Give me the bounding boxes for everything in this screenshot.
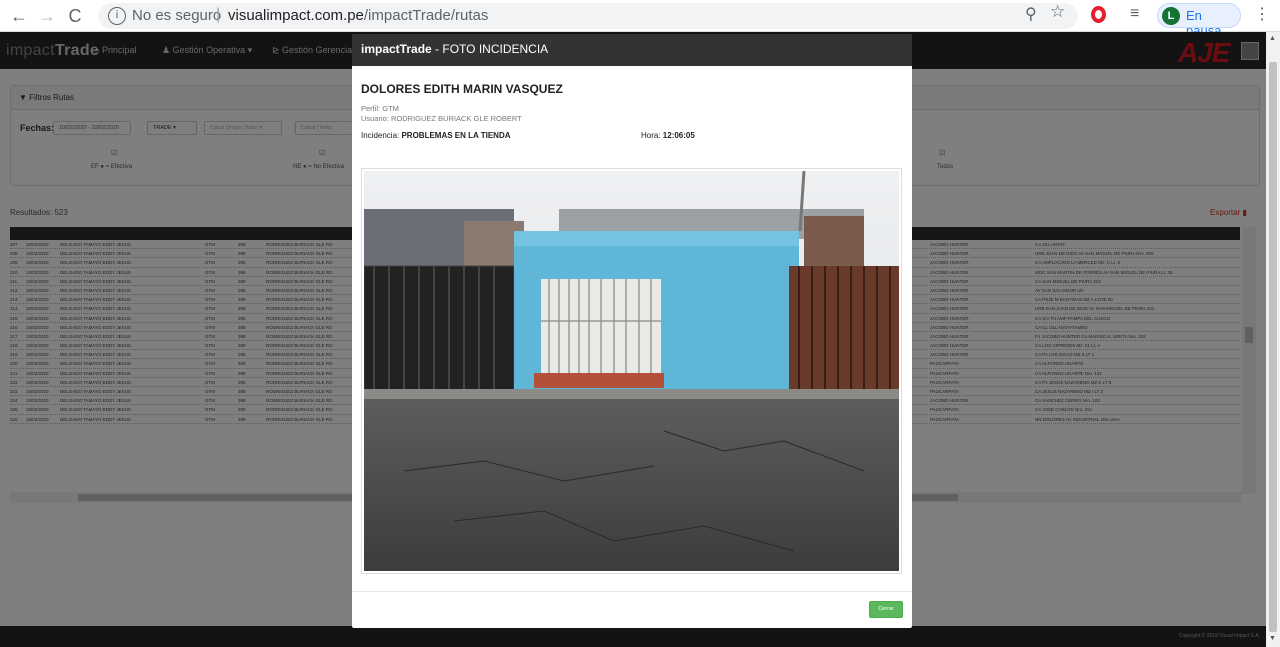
profile-text: Perfil: GTM <box>361 104 399 113</box>
modal-header: impactTrade - FOTO INCIDENCIA <box>352 34 912 66</box>
back-button[interactable]: ← <box>8 5 30 27</box>
close-button[interactable]: Cerrar <box>869 601 903 618</box>
scroll-down-icon[interactable]: ▼ <box>1269 635 1276 642</box>
url-text[interactable]: visualimpact.com.pe/impactTrade/rutas <box>228 7 488 24</box>
modal-title: - FOTO INCIDENCIA <box>431 42 549 56</box>
page-scrollbar[interactable]: ▲ ▼ <box>1266 32 1280 647</box>
modal-title-brand: impactTrade <box>361 42 432 56</box>
time-label: Hora: <box>641 131 663 140</box>
url-path: /impactTrade/rutas <box>363 7 489 24</box>
separator: | <box>216 6 221 23</box>
incident-label: Incidencia: <box>361 131 402 140</box>
storefront-photo <box>363 170 899 571</box>
page-scroll-thumb[interactable] <box>1269 62 1277 632</box>
profile-button[interactable]: L En pausa <box>1157 3 1241 38</box>
time-value: 12:06:05 <box>662 131 695 140</box>
user-text: Usuario: RODRIGUEZ BURIACK GLE ROBERT <box>361 114 522 123</box>
address-bar[interactable]: i No es seguro | visualimpact.com.pe/imp… <box>98 3 1078 29</box>
forward-button[interactable]: → <box>36 5 58 27</box>
opera-icon[interactable] <box>1091 6 1106 23</box>
client-name: DOLORES EDITH MARIN VASQUEZ <box>361 82 563 96</box>
info-icon[interactable]: i <box>108 7 126 25</box>
incident-value: PROBLEMAS EN LA TIENDA <box>401 131 511 140</box>
security-label: No es seguro <box>132 7 222 24</box>
menu-icon[interactable]: ⋮ <box>1254 4 1270 24</box>
incident-photo <box>361 168 902 574</box>
time-text: Hora: 12:06:05 <box>641 131 695 140</box>
browser-toolbar: ← → C i No es seguro | visualimpact.com.… <box>0 0 1280 38</box>
star-icon[interactable]: ☆ <box>1050 2 1065 22</box>
reload-button[interactable]: C <box>64 5 86 27</box>
photo-incident-modal: impactTrade - FOTO INCIDENCIA DOLORES ED… <box>352 34 912 628</box>
modal-footer-divider <box>352 591 912 592</box>
zoom-icon[interactable]: ⚲ <box>1025 4 1037 24</box>
incident-text: Incidencia: PROBLEMAS EN LA TIENDA <box>361 131 511 140</box>
url-host: visualimpact.com.pe <box>228 7 364 24</box>
reading-list-icon[interactable]: ≡ <box>1130 5 1139 23</box>
profile-avatar: L <box>1162 7 1180 25</box>
scroll-up-icon[interactable]: ▲ <box>1269 35 1276 42</box>
